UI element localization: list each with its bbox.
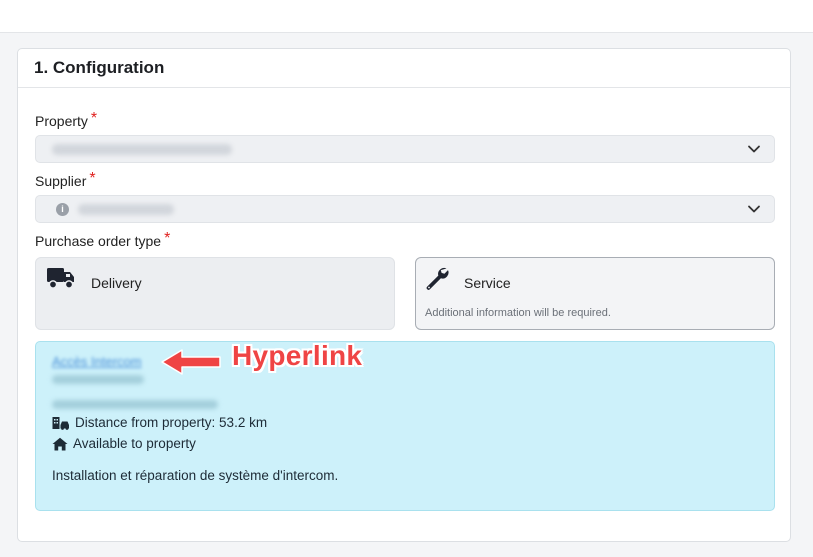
home-icon — [52, 437, 68, 450]
service-note: Additional information will be required. — [425, 307, 611, 319]
distance-text: Distance from property: 53.2 km — [75, 415, 268, 430]
property-label: Property * — [35, 110, 98, 131]
required-mark: * — [90, 110, 98, 127]
info-icon: i — [56, 203, 69, 216]
required-mark: * — [164, 230, 171, 247]
section-title: 1. Configuration — [34, 58, 165, 77]
property-value-redacted — [52, 144, 232, 155]
po-type-label-text: Purchase order type — [35, 233, 162, 249]
chevron-down-icon — [748, 205, 760, 213]
supplier-details-panel: Accès Intercom Distance from property: 5… — [35, 341, 775, 511]
delivery-label: Delivery — [91, 275, 142, 291]
annotation-arrow-icon — [161, 349, 221, 375]
supplier-select[interactable]: i — [35, 195, 775, 223]
availability-row: Available to property — [52, 436, 196, 451]
po-type-delivery-option[interactable]: Delivery — [35, 257, 395, 330]
supplier-label: Supplier * — [35, 170, 96, 191]
service-label: Service — [464, 275, 511, 291]
supplier-value-redacted — [78, 204, 174, 215]
chevron-down-icon — [748, 145, 760, 153]
top-bar — [0, 0, 813, 33]
supplier-hyperlink[interactable]: Accès Intercom — [52, 354, 142, 369]
required-mark: * — [89, 170, 96, 187]
truck-icon — [47, 268, 74, 289]
supplier-label-text: Supplier — [35, 173, 87, 189]
po-type-label: Purchase order type * — [35, 230, 171, 251]
annotation-label: Hyperlink — [232, 340, 363, 371]
wrench-icon — [426, 267, 449, 290]
building-car-icon — [52, 416, 69, 430]
property-select[interactable] — [35, 135, 775, 163]
redacted-line — [52, 375, 144, 384]
card-header: 1. Configuration — [18, 49, 790, 88]
property-label-text: Property — [35, 113, 88, 129]
configuration-card: 1. Configuration Property * Supplier * i P… — [17, 48, 791, 542]
redacted-line — [52, 400, 218, 409]
distance-row: Distance from property: 53.2 km — [52, 415, 267, 430]
supplier-description: Installation et réparation de système d'… — [52, 468, 339, 483]
availability-text: Available to property — [73, 436, 196, 451]
po-type-service-option[interactable]: Service Additional information will be r… — [415, 257, 775, 330]
